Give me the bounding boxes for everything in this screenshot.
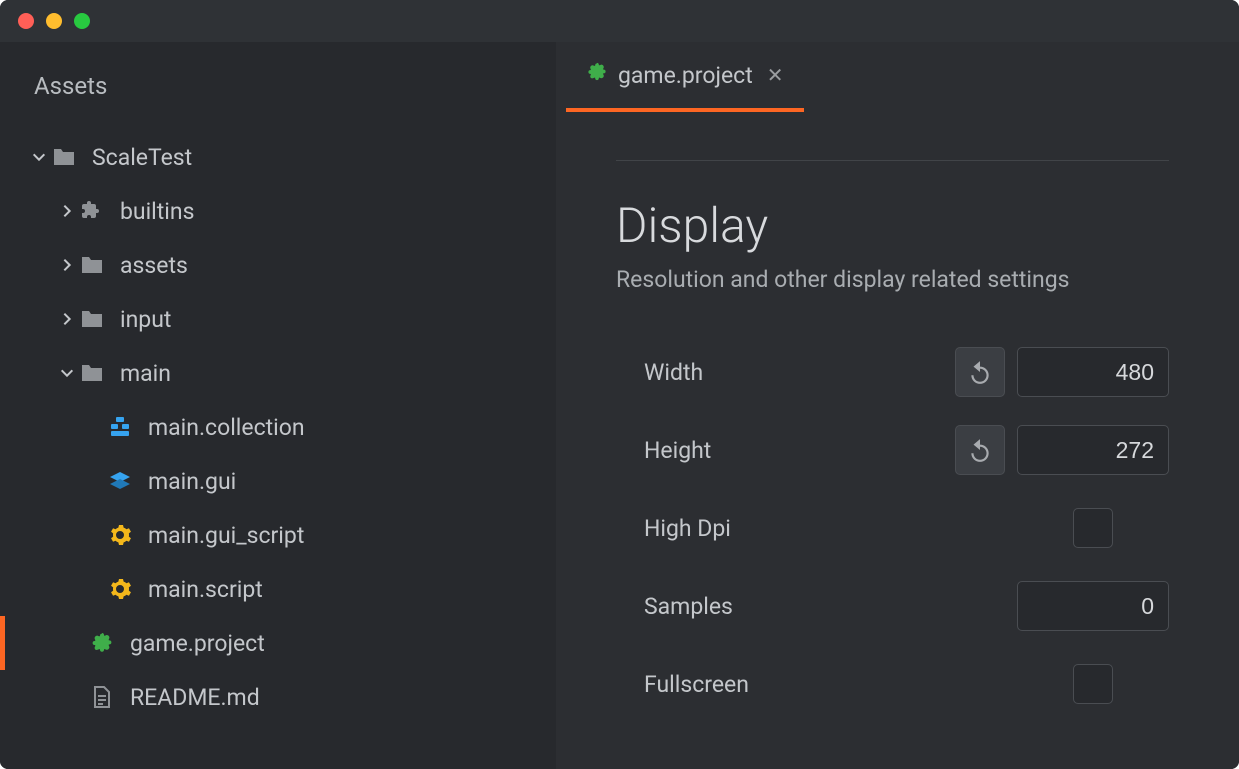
- section-title: Display: [616, 197, 1169, 254]
- project-icon: [86, 631, 118, 655]
- display-form: Width Height High: [616, 333, 1169, 723]
- folder-icon: [76, 253, 108, 277]
- file-icon: [86, 685, 118, 709]
- field-high-dpi: High Dpi: [616, 489, 1169, 567]
- tree-row-scaletest[interactable]: ScaleTest: [0, 130, 556, 184]
- tree-item-label: main.script: [148, 576, 263, 603]
- tree-item-label: main.collection: [148, 414, 305, 441]
- tree-row-input[interactable]: input: [0, 292, 556, 346]
- field-samples: Samples: [616, 567, 1169, 645]
- tree-item-label: ScaleTest: [92, 144, 192, 171]
- puzzle-icon: [76, 199, 108, 223]
- assets-tree: ScaleTest builtins assets input: [0, 130, 556, 724]
- tree-row-main[interactable]: main: [0, 346, 556, 400]
- height-input[interactable]: [1017, 425, 1169, 475]
- tab-game-project[interactable]: game.project ✕: [566, 42, 804, 112]
- chevron-right-icon[interactable]: [58, 257, 76, 273]
- window-minimize-icon[interactable]: [46, 13, 62, 29]
- workspace: Assets ScaleTest builtins assets: [0, 42, 1239, 769]
- cog-icon: [104, 523, 136, 547]
- tree-row-main-collection[interactable]: main.collection: [0, 400, 556, 454]
- folder-icon: [48, 145, 80, 169]
- field-height: Height: [616, 411, 1169, 489]
- editor-body: Display Resolution and other display rel…: [556, 112, 1239, 723]
- field-width: Width: [616, 333, 1169, 411]
- editor-tabs: game.project ✕: [556, 42, 1239, 112]
- tree-item-label: main.gui: [148, 468, 236, 495]
- samples-input[interactable]: [1017, 581, 1169, 631]
- tree-item-label: input: [120, 306, 171, 333]
- field-label: High Dpi: [616, 515, 943, 542]
- tree-row-builtins[interactable]: builtins: [0, 184, 556, 238]
- field-label: Width: [616, 359, 943, 386]
- tree-item-label: game.project: [130, 630, 265, 657]
- tree-row-readme[interactable]: README.md: [0, 670, 556, 724]
- assets-panel: Assets ScaleTest builtins assets: [0, 42, 556, 769]
- collection-icon: [104, 415, 136, 439]
- chevron-down-icon[interactable]: [30, 149, 48, 165]
- section-subtitle: Resolution and other display related set…: [616, 266, 1169, 293]
- tree-item-label: assets: [120, 252, 188, 279]
- cog-icon: [104, 577, 136, 601]
- reset-button[interactable]: [955, 425, 1005, 475]
- tree-item-label: README.md: [130, 684, 260, 711]
- reset-button[interactable]: [955, 347, 1005, 397]
- tree-item-label: main.gui_script: [148, 522, 304, 549]
- window-zoom-icon[interactable]: [74, 13, 90, 29]
- tab-label: game.project: [618, 62, 753, 89]
- titlebar: [0, 0, 1239, 42]
- chevron-right-icon[interactable]: [58, 203, 76, 219]
- tree-item-label: builtins: [120, 198, 194, 225]
- tree-item-label: main: [120, 360, 171, 387]
- folder-icon: [76, 361, 108, 385]
- tree-row-main-script[interactable]: main.script: [0, 562, 556, 616]
- project-icon: [586, 61, 608, 89]
- tree-row-main-gui-script[interactable]: main.gui_script: [0, 508, 556, 562]
- editor-area: game.project ✕ Display Resolution and ot…: [556, 42, 1239, 769]
- chevron-down-icon[interactable]: [58, 365, 76, 381]
- fullscreen-checkbox[interactable]: [1073, 664, 1113, 704]
- width-input[interactable]: [1017, 347, 1169, 397]
- folder-icon: [76, 307, 108, 331]
- assets-panel-title: Assets: [0, 42, 556, 130]
- field-label: Samples: [616, 593, 943, 620]
- app-window: Assets ScaleTest builtins assets: [0, 0, 1239, 769]
- tree-row-game-project[interactable]: game.project: [0, 616, 556, 670]
- chevron-right-icon[interactable]: [58, 311, 76, 327]
- window-close-icon[interactable]: [18, 13, 34, 29]
- gui-icon: [104, 469, 136, 493]
- tree-row-main-gui[interactable]: main.gui: [0, 454, 556, 508]
- field-fullscreen: Fullscreen: [616, 645, 1169, 723]
- high-dpi-checkbox[interactable]: [1073, 508, 1113, 548]
- field-label: Fullscreen: [616, 671, 943, 698]
- close-icon[interactable]: ✕: [767, 63, 784, 87]
- field-label: Height: [616, 437, 943, 464]
- tree-row-assets[interactable]: assets: [0, 238, 556, 292]
